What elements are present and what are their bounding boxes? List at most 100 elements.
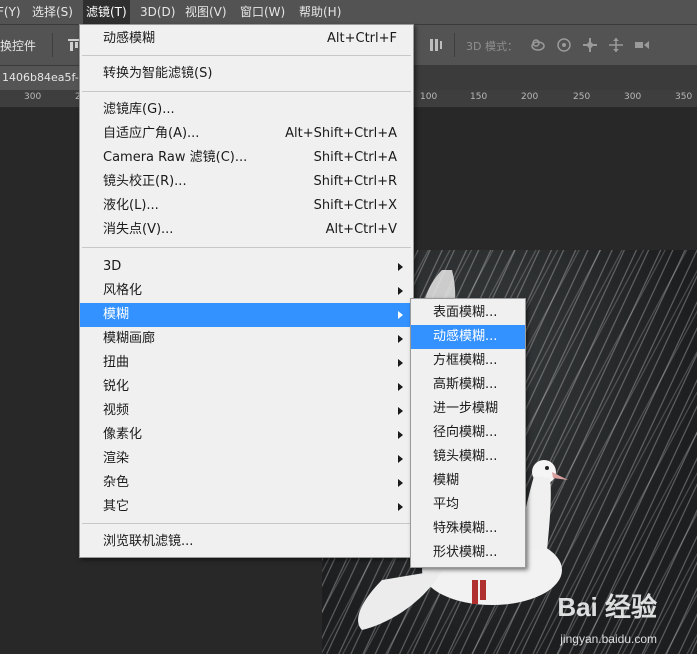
menu-item-last-filter[interactable]: 动感模糊 Alt+Ctrl+F (80, 27, 413, 51)
ruler-label: 100 (420, 92, 438, 102)
submenu-item-blur-more[interactable]: 进一步模糊 (411, 397, 525, 421)
menu-window[interactable]: 窗口(W) (237, 0, 288, 24)
menu-item-render[interactable]: 渲染 (80, 447, 413, 471)
menu-item-label: 镜头校正(R)... (103, 174, 187, 189)
submenu-item-label: 模糊 (433, 473, 460, 488)
menu-item-label: 其它 (103, 499, 130, 514)
menu-item-blur-gallery[interactable]: 模糊画廊 (80, 327, 413, 351)
submenu-item-label: 形状模糊... (433, 545, 498, 560)
menu-item-label: 像素化 (103, 427, 143, 442)
separator (52, 33, 53, 57)
menu-item-label: 浏览联机滤镜... (103, 534, 194, 549)
pan-3d-icon[interactable] (582, 37, 598, 53)
menu-item-distort[interactable]: 扭曲 (80, 351, 413, 375)
menu-item-label: 转换为智能滤镜(S) (103, 66, 213, 81)
submenu-item-label: 动感模糊... (433, 329, 498, 344)
submenu-arrow-icon (398, 263, 403, 271)
menu-item-label: 杂色 (103, 475, 130, 490)
submenu-arrow-icon (398, 455, 403, 463)
roll-3d-icon[interactable] (556, 37, 572, 53)
transform-controls-label[interactable]: 换控件 (0, 37, 36, 54)
menu-item-lens-correction[interactable]: 镜头校正(R)... Shift+Ctrl+R (80, 170, 413, 194)
submenu-arrow-icon (398, 479, 403, 487)
menu-item-label: Camera Raw 滤镜(C)... (103, 150, 248, 165)
menu-item-shortcut: Shift+Ctrl+A (313, 150, 397, 165)
scale-3d-icon[interactable] (634, 37, 650, 53)
menu-item-label: 模糊 (103, 307, 130, 322)
menu-item-label: 风格化 (103, 283, 143, 298)
menu-divider (82, 91, 411, 92)
submenu-arrow-icon (398, 335, 403, 343)
filter-menu: 动感模糊 Alt+Ctrl+F 转换为智能滤镜(S) 滤镜库(G)... 自适应… (79, 24, 414, 558)
menu-divider (82, 55, 411, 56)
menu-select[interactable]: 选择(S) (29, 0, 76, 24)
menu-bar: F(Y) 选择(S) 滤镜(T) 3D(D) 视图(V) 窗口(W) 帮助(H) (0, 0, 697, 25)
document-tab[interactable]: 1406b84ea5f- (0, 66, 84, 90)
menu-item-video[interactable]: 视频 (80, 399, 413, 423)
menu-view[interactable]: 视图(V) (182, 0, 230, 24)
menu-item-stylize[interactable]: 风格化 (80, 279, 413, 303)
menu-item-shortcut: Alt+Shift+Ctrl+A (285, 126, 397, 141)
menu-3d[interactable]: 3D(D) (137, 0, 178, 24)
menu-item-shortcut: Alt+Ctrl+V (325, 222, 397, 237)
menu-item-camera-raw[interactable]: Camera Raw 滤镜(C)... Shift+Ctrl+A (80, 146, 413, 170)
menu-item-label: 锐化 (103, 379, 130, 394)
menu-item-liquify[interactable]: 液化(L)... Shift+Ctrl+X (80, 194, 413, 218)
menu-divider (82, 523, 411, 524)
submenu-item-motion-blur[interactable]: 动感模糊... (411, 325, 525, 349)
orbit-3d-icon[interactable] (530, 37, 546, 53)
submenu-item-label: 特殊模糊... (433, 521, 498, 536)
distribute-icon[interactable] (428, 37, 444, 53)
watermark-logo: Bai 经验 (557, 592, 657, 622)
menu-item-filter-gallery[interactable]: 滤镜库(G)... (80, 98, 413, 122)
ruler-label: 300 (24, 92, 42, 102)
menu-item-label: 自适应广角(A)... (103, 126, 200, 141)
menu-item-convert-smart-filter[interactable]: 转换为智能滤镜(S) (80, 62, 413, 86)
menu-item-label: 3D (103, 259, 122, 274)
menu-item-vanishing-point[interactable]: 消失点(V)... Alt+Ctrl+V (80, 218, 413, 242)
submenu-arrow-icon (398, 407, 403, 415)
menu-item-sharpen[interactable]: 锐化 (80, 375, 413, 399)
menu-item-label: 视频 (103, 403, 130, 418)
ruler-label: 150 (470, 92, 488, 102)
menu-item-shortcut: Shift+Ctrl+X (313, 198, 397, 213)
submenu-item-label: 平均 (433, 497, 460, 512)
submenu-item-shape-blur[interactable]: 形状模糊... (411, 541, 525, 565)
menu-item-label: 滤镜库(G)... (103, 102, 175, 117)
menu-divider (82, 247, 411, 248)
menu-item-blur[interactable]: 模糊 (80, 303, 413, 327)
menu-item-browse-online-filters[interactable]: 浏览联机滤镜... (80, 530, 413, 554)
submenu-item-label: 镜头模糊... (433, 449, 498, 464)
ruler-label: 300 (624, 92, 642, 102)
menu-item-shortcut: Shift+Ctrl+R (313, 174, 398, 189)
menu-item-label: 扭曲 (103, 355, 130, 370)
menu-item-noise[interactable]: 杂色 (80, 471, 413, 495)
submenu-item-lens-blur[interactable]: 镜头模糊... (411, 445, 525, 469)
submenu-item-average[interactable]: 平均 (411, 493, 525, 517)
submenu-arrow-icon (398, 287, 403, 295)
submenu-item-blur[interactable]: 模糊 (411, 469, 525, 493)
menu-help[interactable]: 帮助(H) (296, 0, 344, 24)
menu-item-label: 动感模糊 (103, 31, 156, 46)
ruler-label: 350 (675, 92, 693, 102)
menu-item-3d[interactable]: 3D (80, 255, 413, 279)
menu-item-adaptive-wide-angle[interactable]: 自适应广角(A)... Alt+Shift+Ctrl+A (80, 122, 413, 146)
menu-item-other[interactable]: 其它 (80, 495, 413, 519)
submenu-item-box-blur[interactable]: 方框模糊... (411, 349, 525, 373)
submenu-item-surface-blur[interactable]: 表面模糊... (411, 301, 525, 325)
submenu-item-radial-blur[interactable]: 径向模糊... (411, 421, 525, 445)
menu-item-pixelate[interactable]: 像素化 (80, 423, 413, 447)
blur-submenu: 表面模糊... 动感模糊... 方框模糊... 高斯模糊... 进一步模糊 径向… (410, 298, 526, 568)
watermark-url: jingyan.baidu.com (560, 632, 657, 646)
menu-filter[interactable]: 滤镜(T) (83, 0, 130, 24)
slide-3d-icon[interactable] (608, 37, 624, 53)
submenu-item-label: 表面模糊... (433, 305, 498, 320)
menu-type[interactable]: F(Y) (0, 0, 24, 24)
submenu-item-label: 径向模糊... (433, 425, 498, 440)
ruler-label: 250 (573, 92, 591, 102)
submenu-item-label: 高斯模糊... (433, 377, 498, 392)
submenu-arrow-icon (398, 311, 403, 319)
submenu-item-gaussian-blur[interactable]: 高斯模糊... (411, 373, 525, 397)
separator (454, 33, 455, 57)
submenu-item-smart-blur[interactable]: 特殊模糊... (411, 517, 525, 541)
